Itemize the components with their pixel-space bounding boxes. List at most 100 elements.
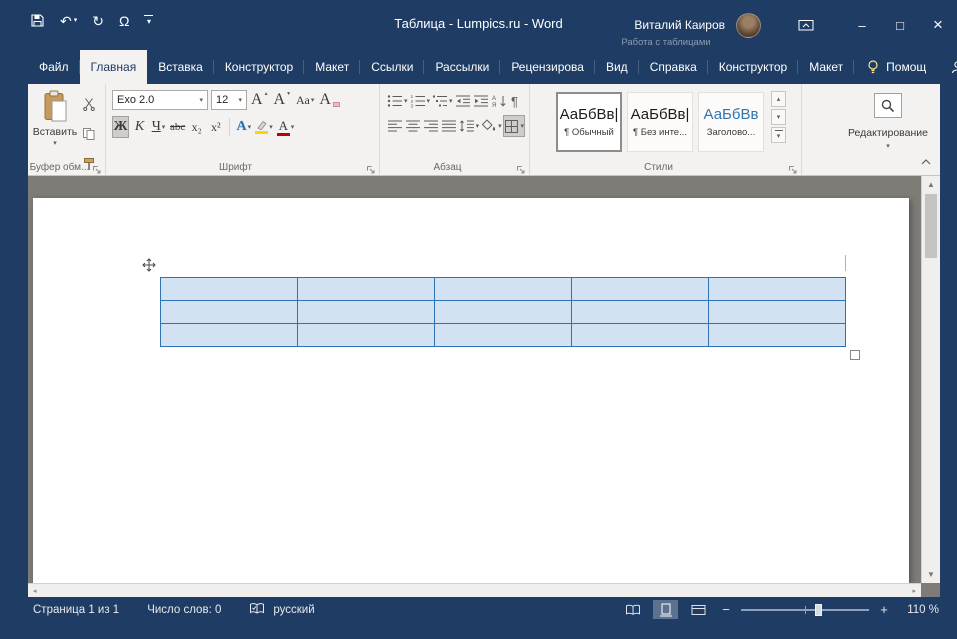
justify-button[interactable] [440,115,458,137]
shading-button[interactable]: ▾ [480,115,502,137]
tab-view[interactable]: Вид [595,50,639,84]
vertical-scroll-thumb[interactable] [925,194,937,258]
table-cell[interactable] [709,278,846,301]
zoom-level[interactable]: 110 % [899,604,939,616]
table-move-handle[interactable] [142,258,157,273]
read-mode-button[interactable] [620,600,645,619]
tab-references[interactable]: Ссылки [360,50,424,84]
align-left-button[interactable] [386,115,404,137]
zoom-in-button[interactable]: + [877,602,891,617]
tab-layout[interactable]: Макет [304,50,360,84]
styles-more-button[interactable]: ▾ [771,127,786,143]
change-case-button[interactable]: Аа▾ [295,89,315,111]
zoom-slider-thumb[interactable] [815,604,822,616]
show-paragraph-marks-button[interactable]: ¶ [508,90,525,112]
tab-file[interactable]: Файл [28,50,80,84]
copy-button[interactable] [80,123,97,145]
vertical-scrollbar[interactable]: ▲ ▼ [921,176,940,583]
clear-formatting-button[interactable]: А [318,89,341,111]
spell-check-button[interactable] [249,602,265,618]
sort-button[interactable]: АЯ [490,90,508,112]
strikethrough-button[interactable]: abc [169,116,186,138]
styles-scroll-down-button[interactable]: ▾ [771,109,786,125]
print-layout-button[interactable] [653,600,678,619]
paste-button[interactable]: Вставить ▾ [32,90,78,164]
font-size-combo[interactable]: 12 ▾ [211,90,247,110]
bold-button[interactable]: Ж [112,116,129,138]
underline-button[interactable]: Ч▾ [150,116,167,138]
table-cell[interactable] [435,324,572,347]
decrease-indent-button[interactable] [454,90,472,112]
table-cell[interactable] [435,301,572,324]
tab-help[interactable]: Справка [639,50,708,84]
tab-table-design[interactable]: Конструктор [708,50,798,84]
subscript-button[interactable]: x₂ [188,116,205,138]
multilevel-list-button[interactable]: ▾ [431,90,454,112]
paragraph-dialog-launcher[interactable] [516,162,526,172]
tab-insert[interactable]: Вставка [147,50,214,84]
search-button[interactable] [874,93,902,118]
align-right-button[interactable] [422,115,440,137]
superscript-button[interactable]: x² [207,116,224,138]
styles-dialog-launcher[interactable] [788,162,798,172]
table-cell[interactable] [572,324,709,347]
collapse-ribbon-button[interactable] [920,153,932,171]
font-color-button[interactable]: А ▾ [276,116,296,138]
numbering-button[interactable]: 123 ▾ [409,90,432,112]
table-cell[interactable] [572,301,709,324]
scroll-down-icon[interactable]: ▼ [922,570,940,579]
tab-mailings[interactable]: Рассылки [424,50,500,84]
close-button[interactable]: × [919,0,957,50]
table-cell[interactable] [161,301,298,324]
style-card[interactable]: АаБбВв|¶ Без инте... [627,92,693,152]
page-indicator[interactable]: Страница 1 из 1 [33,604,119,616]
tab-home[interactable]: Главная [80,50,148,84]
table-cell[interactable] [161,324,298,347]
web-layout-button[interactable] [686,600,711,619]
scroll-up-icon[interactable]: ▲ [922,180,940,189]
word-count[interactable]: Число слов: 0 [147,604,221,616]
share-button[interactable]: Поделиться [938,50,957,84]
table-cell[interactable] [298,324,435,347]
tab-table-layout[interactable]: Макет [798,50,854,84]
help-assistant-button[interactable]: Помощ [854,50,938,84]
cut-button[interactable] [80,93,97,115]
grow-font-button[interactable]: А▲ [250,89,270,111]
styles-scroll-up-button[interactable]: ▴ [771,91,786,107]
table-resize-handle[interactable] [850,350,860,360]
table-cell[interactable] [572,278,709,301]
style-card[interactable]: АаБбВвЗаголово... [698,92,764,152]
scroll-right-icon[interactable]: ▸ [912,587,916,595]
align-center-button[interactable] [404,115,422,137]
language-indicator[interactable]: русский [273,604,314,616]
tab-design[interactable]: Конструктор [214,50,304,84]
table-cell[interactable] [709,301,846,324]
increase-indent-button[interactable] [472,90,490,112]
zoom-out-button[interactable]: − [719,602,733,617]
text-effects-button[interactable]: А▾ [235,116,252,138]
user-name[interactable]: Виталий Каиров [634,18,725,32]
clipboard-dialog-launcher[interactable] [92,162,102,172]
table-cell[interactable] [161,278,298,301]
ribbon-display-options-button[interactable] [793,0,819,50]
style-card[interactable]: АаБбВв|¶ Обычный [556,92,622,152]
horizontal-scrollbar[interactable]: ◂ ▸ [28,583,921,597]
table-cell[interactable] [298,301,435,324]
bullets-button[interactable]: ▾ [386,90,409,112]
maximize-button[interactable]: □ [881,0,919,50]
shrink-font-button[interactable]: А▼ [273,89,293,111]
borders-button[interactable]: ▾ [503,115,525,137]
avatar[interactable] [736,13,761,38]
highlight-color-button[interactable]: ▾ [254,116,274,138]
document-page[interactable] [33,198,909,583]
zoom-slider[interactable] [741,603,869,617]
line-spacing-button[interactable]: ▾ [458,115,480,137]
minimize-button[interactable]: – [843,0,881,50]
table-cell[interactable] [709,324,846,347]
font-dialog-launcher[interactable] [366,162,376,172]
table-cell[interactable] [435,278,572,301]
tab-review[interactable]: Рецензирова [500,50,595,84]
italic-button[interactable]: К [131,116,148,138]
font-name-combo[interactable]: Exo 2.0 ▾ [112,90,208,110]
scroll-left-icon[interactable]: ◂ [33,587,37,595]
